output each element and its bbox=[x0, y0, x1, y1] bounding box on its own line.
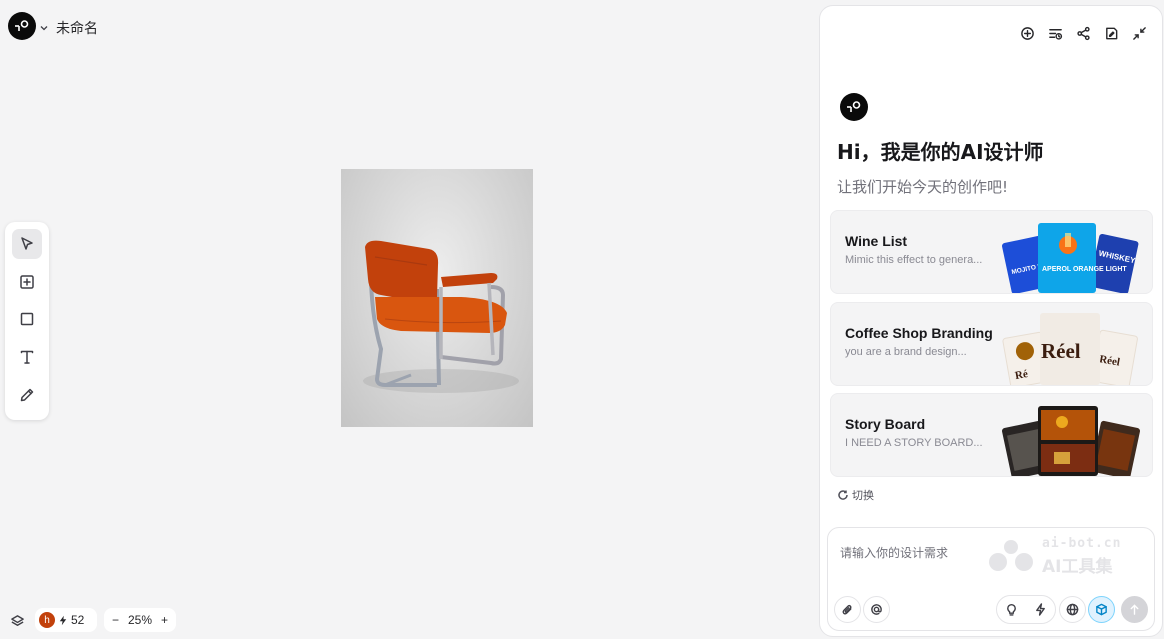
zoom-in-button[interactable]: + bbox=[161, 613, 168, 627]
layers-button[interactable] bbox=[4, 609, 30, 633]
zoom-control: − 25% + bbox=[104, 608, 176, 632]
cube-icon bbox=[1096, 603, 1107, 616]
history-icon bbox=[1048, 28, 1062, 40]
coffee-branding-thumbnail: Ré Réel Réel bbox=[1002, 313, 1138, 385]
prompt-placeholder: 请输入你的设计需求 bbox=[840, 546, 949, 560]
lightning-icon bbox=[1036, 603, 1045, 616]
zoom-out-button[interactable]: − bbox=[112, 613, 119, 627]
prompt-input[interactable]: 请输入你的设计需求 ai-bot.cn AI工具集 bbox=[827, 527, 1155, 631]
template-title: Wine List bbox=[845, 233, 908, 249]
watermark-name: AI工具集 bbox=[1042, 557, 1113, 577]
pen-tool[interactable] bbox=[12, 380, 42, 410]
attach-button[interactable] bbox=[834, 596, 861, 623]
pencil-icon bbox=[20, 388, 34, 402]
new-chat-icon bbox=[1020, 26, 1034, 40]
assistant-panel: Hi，我是你的AI设计师 让我们开始今天的创作吧! Wine List Mimi… bbox=[819, 5, 1163, 637]
new-chat-button[interactable] bbox=[1018, 24, 1036, 42]
app-logo[interactable] bbox=[8, 12, 36, 40]
history-button[interactable] bbox=[1046, 24, 1064, 42]
assistant-logo bbox=[840, 93, 868, 121]
template-card-wine-list[interactable]: Wine List Mimic this effect to genera...… bbox=[830, 210, 1153, 294]
text-tool[interactable] bbox=[12, 342, 42, 372]
coffee-art-main: Réel bbox=[1041, 339, 1081, 363]
share-button[interactable] bbox=[1074, 24, 1092, 42]
logo-mark-icon bbox=[847, 101, 861, 112]
web-search-button[interactable] bbox=[1059, 596, 1086, 623]
greeting-title: Hi，我是你的AI设计师 bbox=[837, 140, 1044, 164]
text-icon bbox=[20, 350, 34, 364]
3d-model-button[interactable] bbox=[1088, 596, 1115, 623]
lightning-icon bbox=[59, 615, 67, 625]
wine-art-center: APEROL ORANGE LIGHT bbox=[1042, 266, 1127, 273]
switch-templates-button[interactable]: 切换 bbox=[837, 487, 874, 503]
panel-header-actions bbox=[1018, 24, 1148, 42]
collapse-button[interactable] bbox=[1130, 24, 1148, 42]
cursor-icon bbox=[21, 237, 33, 250]
plus-square-icon bbox=[20, 275, 34, 289]
canvas-image[interactable] bbox=[341, 169, 533, 427]
inspiration-button[interactable] bbox=[998, 596, 1025, 623]
layers-icon bbox=[10, 614, 24, 626]
collapse-icon bbox=[1132, 26, 1146, 40]
watermark: ai-bot.cn AI工具集 bbox=[986, 536, 1146, 577]
chair-photo bbox=[363, 240, 519, 393]
credits-pill[interactable]: h 52 bbox=[35, 608, 97, 632]
refresh-icon bbox=[838, 490, 848, 500]
logo-mark-icon bbox=[15, 20, 29, 31]
select-tool[interactable] bbox=[12, 229, 42, 259]
fast-mode-button[interactable] bbox=[1027, 596, 1054, 623]
credits-count: 52 bbox=[71, 613, 85, 627]
lightbulb-icon bbox=[1007, 603, 1016, 616]
document-title[interactable]: 未命名 bbox=[56, 18, 98, 38]
template-title: Coffee Shop Branding bbox=[845, 325, 993, 341]
template-desc: I NEED A STORY BOARD... bbox=[845, 437, 983, 449]
template-desc: you are a brand design... bbox=[845, 346, 967, 358]
template-title: Story Board bbox=[845, 416, 926, 432]
note-button[interactable] bbox=[1102, 24, 1120, 42]
watermark-logo-icon bbox=[989, 540, 1033, 571]
story-board-thumbnail bbox=[1002, 406, 1140, 476]
greeting-subtitle: 让我们开始今天的创作吧! bbox=[837, 178, 1009, 196]
rectangle-tool[interactable] bbox=[12, 304, 42, 334]
note-icon bbox=[1105, 27, 1117, 39]
chevron-down-icon[interactable] bbox=[39, 20, 49, 31]
send-button[interactable] bbox=[1121, 596, 1148, 623]
coffee-art-left: Ré bbox=[1014, 368, 1029, 382]
avatar[interactable]: h bbox=[39, 612, 55, 628]
at-sign-icon bbox=[871, 604, 882, 615]
zoom-level[interactable]: 25% bbox=[128, 613, 152, 627]
template-desc: Mimic this effect to genera... bbox=[845, 254, 983, 266]
arrow-up-icon bbox=[1130, 604, 1139, 615]
wine-list-thumbnail: MOJITO MINT FRESH WHISKEY APEROL ORANGE … bbox=[1002, 223, 1139, 293]
globe-icon bbox=[1066, 603, 1079, 616]
switch-label: 切换 bbox=[852, 489, 874, 502]
share-icon bbox=[1076, 26, 1090, 40]
mention-button[interactable] bbox=[863, 596, 890, 623]
paperclip-icon bbox=[842, 604, 852, 615]
add-frame-tool[interactable] bbox=[12, 267, 42, 297]
template-card-story-board[interactable]: Story Board I NEED A STORY BOARD... bbox=[830, 393, 1153, 477]
template-card-coffee-branding[interactable]: Coffee Shop Branding you are a brand des… bbox=[830, 302, 1153, 386]
tool-bar bbox=[5, 222, 49, 420]
square-icon bbox=[20, 312, 34, 326]
watermark-domain: ai-bot.cn bbox=[1042, 536, 1122, 551]
